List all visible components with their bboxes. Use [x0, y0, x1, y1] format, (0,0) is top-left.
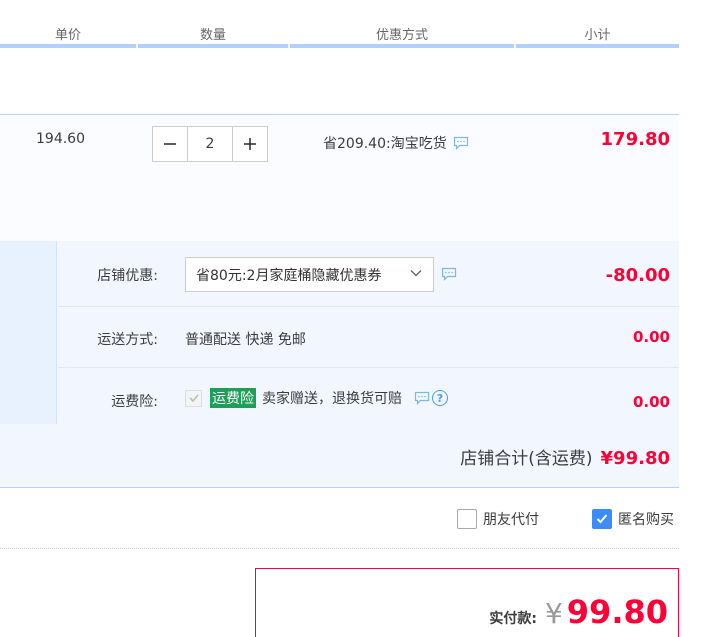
insurance-text: 卖家赠送，退换货可赔 — [262, 391, 402, 407]
cart-item-row: 194.60 2 省209.40:淘宝吃货 179.80 — [0, 114, 679, 241]
order-table-header: 单价 数量 优惠方式 小计 — [0, 0, 679, 48]
decrease-button[interactable] — [152, 126, 188, 162]
quantity-input[interactable]: 2 — [187, 126, 233, 162]
increase-button[interactable] — [232, 126, 268, 162]
currency-symbol: ¥ — [544, 597, 563, 630]
friend-pay-checkbox[interactable] — [457, 509, 477, 529]
insurance-amount: 0.00 — [632, 393, 670, 411]
unit-price: 194.60 — [36, 131, 85, 147]
quantity-stepper: 2 — [152, 126, 268, 162]
message-icon[interactable] — [414, 391, 430, 405]
message-icon[interactable] — [441, 267, 457, 281]
message-icon[interactable] — [453, 136, 469, 150]
help-icon[interactable]: ? — [432, 390, 448, 406]
minus-icon — [164, 143, 176, 145]
shipping-amount: 0.00 — [632, 328, 670, 346]
check-icon — [188, 394, 199, 403]
payment-amount: 99.80 — [566, 593, 668, 631]
plus-icon — [244, 138, 256, 150]
col-promotion: 优惠方式 — [375, 28, 428, 43]
shop-total-row: 店铺合计(含运费) ¥99.80 — [0, 424, 679, 488]
shop-coupon-row: 店铺优惠: 省80元:2月家庭桶隐藏优惠券 -80.00 — [58, 241, 679, 307]
shipping-label: 运送方式: — [97, 332, 158, 348]
shop-total: 店铺合计(含运费) ¥99.80 — [460, 444, 670, 469]
col-subtotal: 小计 — [584, 28, 611, 43]
shop-coupon-select[interactable]: 省80元:2月家庭桶隐藏优惠券 — [185, 257, 434, 292]
insurance-tag: 运费险 — [210, 388, 256, 408]
col-quantity: 数量 — [199, 28, 226, 43]
header-underline — [516, 44, 679, 48]
insurance-option: 运费险 卖家赠送，退换货可赔 ? — [185, 388, 448, 408]
anonymous-option[interactable]: 匿名购买 — [592, 509, 674, 529]
shop-summary: 店铺优惠: 省80元:2月家庭桶隐藏优惠券 -80.00 运送方式: 普通配送 … — [0, 241, 679, 424]
shipping-method: 普通配送 快递 免邮 — [185, 332, 306, 348]
order-options: 朋友代付 匿名购买 — [0, 488, 679, 549]
insurance-row: 运费险: 运费险 卖家赠送，退换货可赔 ? 0.00 — [58, 368, 679, 424]
insurance-checkbox[interactable] — [185, 389, 202, 407]
header-underline — [290, 44, 514, 48]
payment-label: 实付款: — [489, 611, 537, 627]
friend-pay-label: 朋友代付 — [483, 512, 539, 528]
shop-total-label: 店铺合计(含运费) — [460, 449, 593, 469]
chevron-down-icon — [410, 270, 422, 277]
shop-left-gutter — [0, 241, 57, 424]
item-subtotal: 179.80 — [600, 129, 670, 150]
col-unit-price: 单价 — [54, 28, 81, 43]
promotion-text: 省209.40:淘宝吃货 — [323, 136, 447, 152]
anonymous-checkbox[interactable] — [592, 509, 612, 529]
anonymous-label: 匿名购买 — [618, 512, 674, 528]
shop-coupon-amount: -80.00 — [605, 265, 670, 286]
header-underline — [0, 44, 136, 48]
header-underline — [138, 44, 288, 48]
item-promotion: 省209.40:淘宝吃货 — [323, 133, 469, 153]
shop-coupon-value: 省80元:2月家庭桶隐藏优惠券 — [196, 267, 382, 284]
shop-total-value: ¥99.80 — [600, 448, 670, 469]
shipping-row: 运送方式: 普通配送 快递 免邮 0.00 — [58, 307, 679, 368]
payment-box: 实付款: ¥ 99.80 — [255, 568, 679, 637]
friend-pay-option[interactable]: 朋友代付 — [457, 509, 539, 529]
shop-coupon-label: 店铺优惠: — [97, 268, 158, 284]
insurance-label: 运费险: — [111, 394, 158, 410]
check-icon — [596, 514, 608, 524]
payment-total: 实付款: ¥ 99.80 — [489, 593, 668, 631]
